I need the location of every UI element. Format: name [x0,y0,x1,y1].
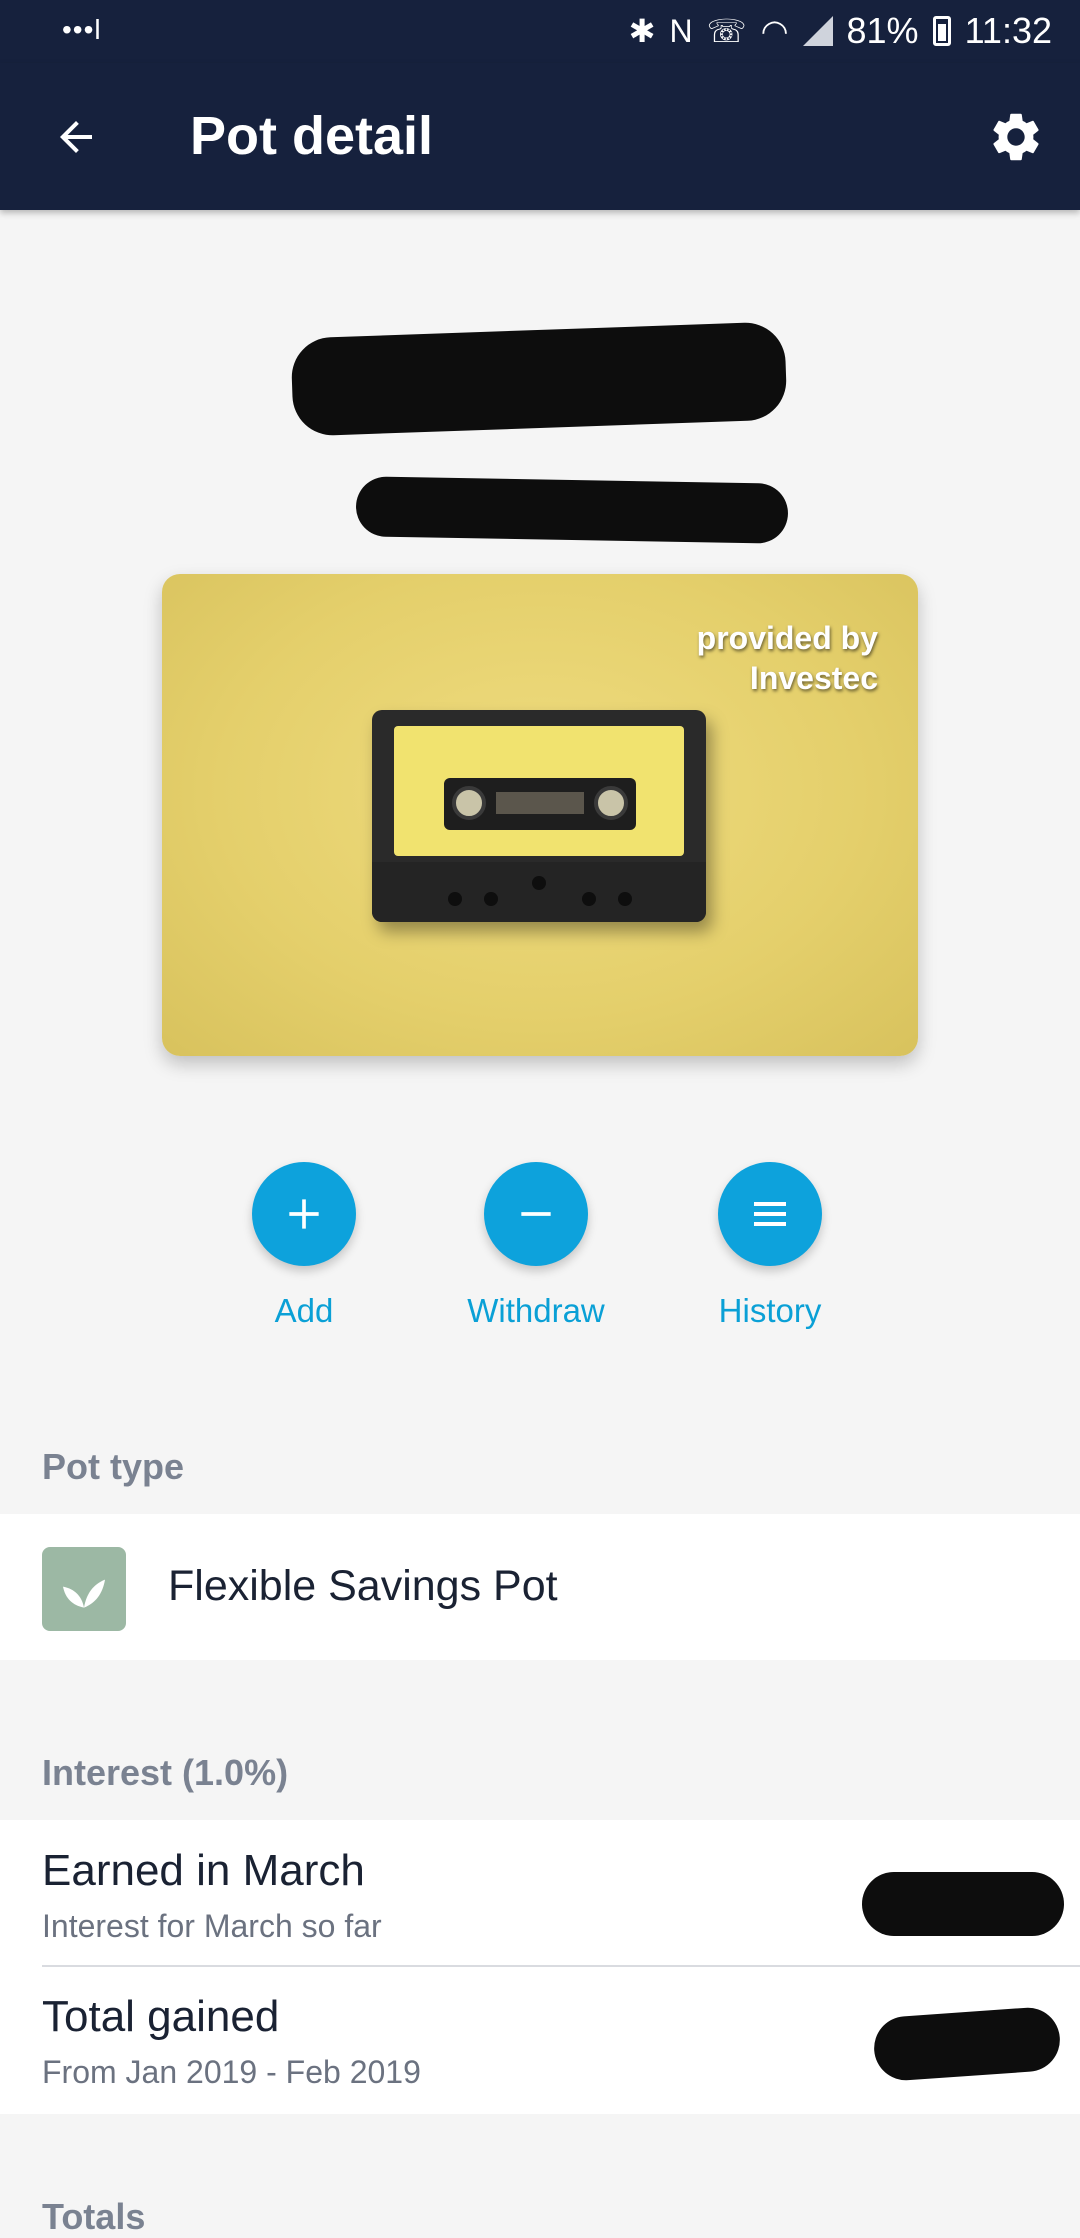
interest-card: Earned in March Interest for March so fa… [0,1820,1080,2114]
history-button[interactable] [718,1162,822,1266]
row-subtitle: From Jan 2019 - Feb 2019 [42,2054,421,2090]
nfc-icon: N [669,12,693,49]
row-subtitle: Interest for March so far [42,1908,382,1944]
redacted-amount [871,2005,1063,2083]
history-action[interactable]: History [670,1162,870,1330]
notification-indicator: •••l [62,14,102,45]
signal-icon [802,16,833,46]
plus-icon [289,1199,319,1229]
wifi-icon: ◠ [760,13,789,49]
redacted-amount [862,1872,1064,1936]
provided-by-caption: provided by Investec [697,618,878,698]
redacted-pot-name [290,321,788,437]
gear-icon [993,113,1039,161]
pot-type-icon-badge [42,1547,126,1631]
pot-type-name: Flexible Savings Pot [168,1562,558,1610]
bluetooth-icon: ✱ [628,13,656,49]
page-title: Pot detail [190,106,434,166]
status-bar: •••l ✱ N ☏ ◠ 81% 11:32 [0,0,1080,63]
app-bar: Pot detail [0,63,1080,210]
add-label[interactable]: Add [204,1292,404,1330]
cassette-illustration [372,710,706,922]
status-icons: ✱ N ☏ ◠ 81% 11:32 [629,10,1052,52]
menu-lines-icon [754,1202,786,1226]
wifi-calling-icon: ☏ [706,13,747,49]
history-label[interactable]: History [670,1292,870,1330]
pot-image: provided by Investec [162,574,918,1056]
withdraw-button[interactable] [484,1162,588,1266]
total-gained-row[interactable]: Total gained From Jan 2019 - Feb 2019 [0,1968,1080,2114]
clock: 11:32 [964,10,1052,51]
earned-in-march-row[interactable]: Earned in March Interest for March so fa… [0,1820,1080,1966]
arrow-left-icon [60,121,92,153]
battery-percent: 81% [846,10,919,51]
totals-header: Totals [42,2196,146,2237]
provider-name: Investec [749,660,878,696]
row-title: Total gained [42,1992,280,2041]
redacted-pot-subtitle [355,476,789,544]
row-divider [42,1965,1080,1967]
settings-button[interactable] [980,101,1052,173]
withdraw-label[interactable]: Withdraw [436,1292,636,1330]
interest-header: Interest (1.0%) [42,1752,289,1793]
minus-icon [521,1212,551,1216]
row-title: Earned in March [42,1846,365,1895]
provided-by-line: provided by [696,620,878,656]
pot-type-header: Pot type [42,1446,185,1487]
leaf-icon [63,1579,105,1608]
add-button[interactable] [252,1162,356,1266]
withdraw-action[interactable]: Withdraw [436,1162,636,1330]
battery-icon [932,16,951,46]
back-button[interactable] [40,101,112,173]
pot-type-card[interactable]: Flexible Savings Pot [0,1514,1080,1660]
add-action[interactable]: Add [204,1162,404,1330]
